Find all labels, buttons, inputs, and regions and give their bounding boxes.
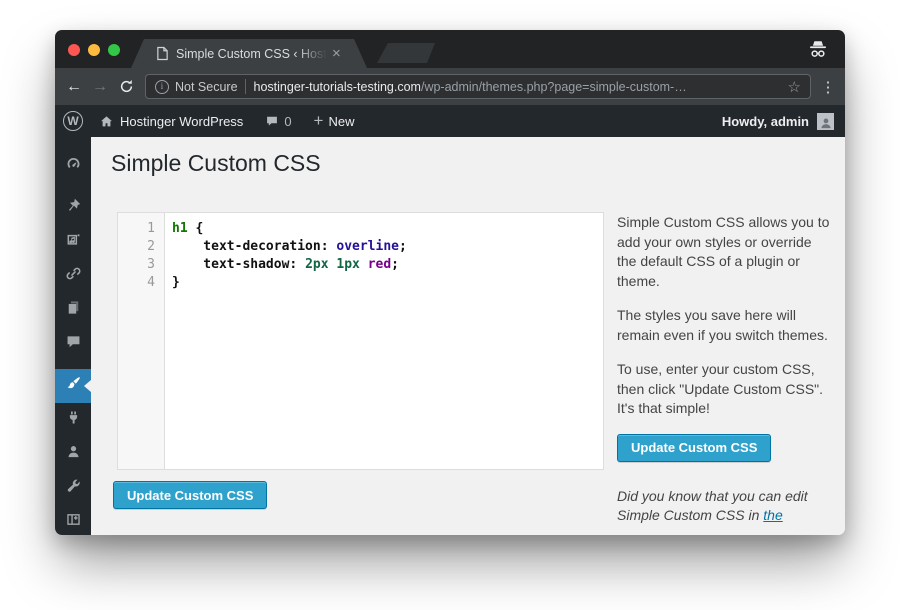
browser-window: Simple Custom CSS ‹ Hostinge × ← → i Not… [55, 30, 845, 535]
page-title: Simple Custom CSS [111, 150, 321, 177]
comments-bubble-icon [265, 114, 279, 128]
dashboard-gauge-icon [65, 155, 82, 177]
sidebar-item-media[interactable] [55, 225, 91, 259]
security-label: Not Secure [175, 80, 238, 94]
admin-bar-new[interactable]: + New [314, 114, 355, 129]
home-icon [99, 114, 114, 129]
window-controls [68, 44, 120, 56]
sidebar-item-appearance[interactable] [55, 369, 91, 403]
sidebar-item-settings[interactable] [55, 505, 91, 535]
page-favicon-icon [156, 46, 169, 61]
howdy-greeting: Howdy, admin [722, 114, 809, 129]
reload-button[interactable] [113, 74, 139, 100]
browser-tab[interactable]: Simple Custom CSS ‹ Hostinge × [131, 39, 367, 68]
window-zoom-button[interactable] [108, 44, 120, 56]
sidebar-separator [55, 183, 91, 191]
note-line-2: Simple Custom CSS in [617, 507, 763, 523]
editor-code-lines: h1 { text-decoration: overline; text-sha… [165, 213, 407, 469]
plugins-plug-icon [65, 409, 82, 431]
sidebar-item-users[interactable] [55, 437, 91, 471]
window-close-button[interactable] [68, 44, 80, 56]
sidebar-item-tools[interactable] [55, 471, 91, 505]
help-paragraph-1: Simple Custom CSS allows you to add your… [617, 213, 845, 291]
wordpress-logo-icon[interactable]: W [63, 111, 83, 131]
bookmark-star-icon[interactable]: ☆ [782, 78, 801, 96]
pages-icon [65, 299, 82, 321]
comments-count: 0 [284, 114, 291, 129]
url-divider [245, 79, 246, 94]
address-bar[interactable]: i Not Secure hostinger-tutorials-testing… [145, 74, 811, 99]
note-link[interactable]: the [763, 507, 782, 523]
back-button[interactable]: ← [61, 74, 87, 100]
new-tab-button[interactable] [377, 43, 435, 63]
wp-admin-bar: W Hostinger WordPress 0 + New Howdy, adm… [55, 105, 845, 137]
plus-icon: + [314, 114, 324, 128]
sidebar-separator [55, 361, 91, 369]
forward-button[interactable]: → [87, 74, 113, 100]
sidebar-item-dashboard[interactable] [55, 149, 91, 183]
avatar [817, 113, 834, 130]
editor-tip-note: Did you know that you can edit Simple Cu… [617, 487, 845, 526]
page-info-icon[interactable]: i [155, 80, 169, 94]
browser-menu-icon[interactable]: ⋮ [819, 78, 837, 96]
help-sidebar: Simple Custom CSS allows you to add your… [617, 213, 845, 526]
admin-bar-comments[interactable]: 0 [265, 114, 291, 129]
sidebar-item-pages[interactable] [55, 293, 91, 327]
wp-body: Simple Custom CSS 1234 h1 { text-decorat… [55, 137, 845, 535]
update-custom-css-button[interactable]: Update Custom CSS [113, 481, 267, 509]
help-paragraph-3: To use, enter your custom CSS, then clic… [617, 360, 845, 419]
note-line-1: Did you know that you can edit [617, 488, 808, 504]
sidebar-item-plugins[interactable] [55, 403, 91, 437]
url-domain: hostinger-tutorials-testing.com [254, 80, 421, 94]
editor-line-number-gutter: 1234 [118, 213, 165, 469]
help-paragraph-2: The styles you save here will remain eve… [617, 306, 845, 345]
links-chain-icon [65, 265, 82, 287]
css-code-editor[interactable]: 1234 h1 { text-decoration: overline; tex… [117, 212, 604, 470]
update-custom-css-side-button[interactable]: Update Custom CSS [617, 434, 771, 462]
window-minimize-button[interactable] [88, 44, 100, 56]
sidebar-item-comments[interactable] [55, 327, 91, 361]
admin-bar-account[interactable]: Howdy, admin [722, 113, 845, 130]
wp-content-area: Simple Custom CSS 1234 h1 { text-decorat… [91, 137, 845, 535]
site-name: Hostinger WordPress [120, 114, 243, 129]
media-icon [65, 231, 82, 253]
admin-bar-site-link[interactable]: Hostinger WordPress [99, 114, 243, 129]
incognito-icon [806, 40, 830, 64]
browser-toolbar: ← → i Not Secure hostinger-tutorials-tes… [55, 68, 845, 105]
wp-sidebar-menu [55, 137, 91, 535]
sidebar-item-links[interactable] [55, 259, 91, 293]
tab-close-icon[interactable]: × [332, 46, 341, 61]
tab-title: Simple Custom CSS ‹ Hostinge [176, 47, 330, 61]
users-person-icon [65, 443, 82, 465]
settings-sliders-icon [65, 511, 82, 533]
posts-pin-icon [65, 197, 82, 219]
comments-icon [65, 333, 82, 355]
sidebar-item-posts[interactable] [55, 191, 91, 225]
appearance-brush-icon [65, 375, 82, 397]
url-path: /wp-admin/themes.php?page=simple-custom-… [421, 80, 687, 94]
browser-tab-bar: Simple Custom CSS ‹ Hostinge × [55, 30, 845, 68]
tools-wrench-icon [65, 477, 82, 499]
new-label: New [328, 114, 354, 129]
